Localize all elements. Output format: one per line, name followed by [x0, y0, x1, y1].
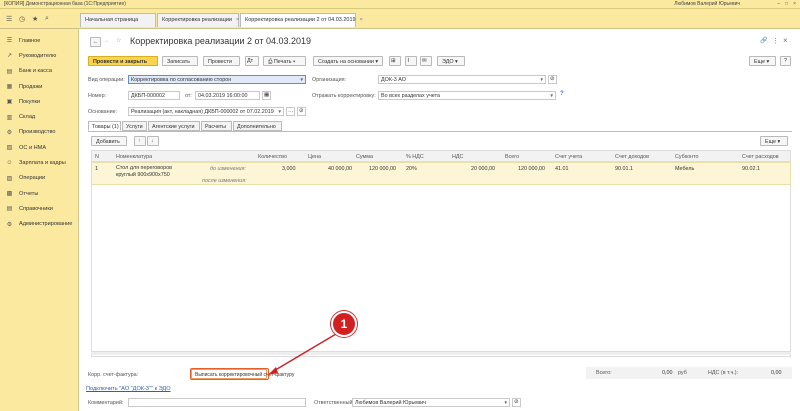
annotation-arrow [268, 333, 337, 375]
callout-badge: 1 [331, 311, 357, 337]
